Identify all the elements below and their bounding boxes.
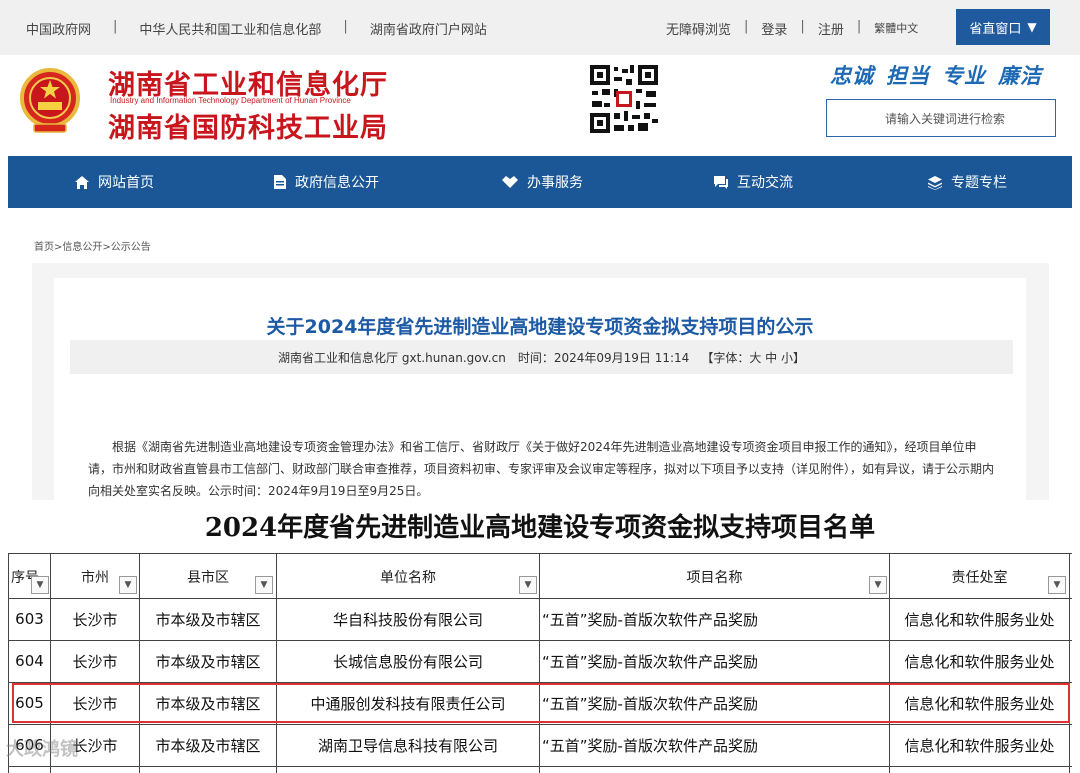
slogan: 忠诚 担当 专业 廉洁: [830, 60, 1042, 90]
top-bar: 中国政府网 | 中华人民共和国工业和信息化部 | 湖南省政府门户网站 无障碍浏览…: [0, 0, 1080, 55]
cell-project: “五首”奖励-首版次软件产品奖励: [542, 652, 758, 671]
qr-code-icon: [588, 63, 660, 135]
article-source: 湖南省工业和信息化厅 gxt.hunan.gov.cn: [278, 350, 506, 365]
link-gov-cn[interactable]: 中国政府网: [26, 19, 91, 38]
header-company: 单位名称: [380, 570, 436, 586]
org-title-line2: 湖南省国防科技工业局: [108, 113, 388, 144]
grid-line: [8, 766, 1072, 767]
search-placeholder: 请输入关键词进行检索: [884, 111, 1005, 126]
nav-label: 政府信息公开: [295, 175, 379, 191]
login-link[interactable]: 登录: [761, 19, 787, 38]
document-icon: [274, 175, 286, 189]
user-links: 无障碍浏览 | 登录 | 注册 | 繁體中文: [666, 19, 918, 38]
article-paragraph: 根据《湖南省先进制造业高地建设专项资金管理办法》和省工信厅、省财政厅《关于做好2…: [88, 440, 995, 498]
nav-label: 互动交流: [737, 175, 793, 191]
nav-services[interactable]: 办事服务: [501, 156, 583, 208]
cell-serial: 603: [15, 610, 44, 628]
cell-project: “五首”奖励-首版次软件产品奖励: [542, 610, 758, 629]
article-meta: 湖南省工业和信息化厅 gxt.hunan.gov.cn 时间：2024年09月1…: [70, 340, 1013, 374]
cell-serial: 605: [15, 694, 44, 712]
accessibility-link[interactable]: 无障碍浏览: [666, 19, 731, 38]
watermark: 大政鸿镜: [6, 739, 78, 760]
separator: |: [800, 19, 805, 34]
filter-dropdown-icon[interactable]: ▼: [119, 576, 137, 594]
cell-city: 长沙市: [72, 694, 118, 713]
portal-dropdown-button[interactable]: 省直窗口 ▼: [956, 9, 1050, 45]
cell-project: “五首”奖励-首版次软件产品奖励: [542, 694, 758, 713]
main-nav: 网站首页 政府信息公开 办事服务 互动交流 专题专栏: [8, 156, 1072, 208]
cell-city: 长沙市: [72, 652, 118, 671]
grid-line: [8, 553, 1072, 554]
cell-county: 市本级及市辖区: [155, 652, 261, 671]
cell-office: 信息化和软件服务业处: [904, 694, 1055, 713]
font-size-switch[interactable]: 【字体：大 中 小】: [701, 349, 805, 366]
separator: |: [343, 19, 348, 34]
link-hunan-gov[interactable]: 湖南省政府门户网站: [370, 19, 487, 38]
cell-company: 中通服创发科技有限责任公司: [310, 694, 506, 713]
search-input[interactable]: 请输入关键词进行检索: [826, 99, 1056, 137]
nav-special-topics[interactable]: 专题专栏: [927, 156, 1007, 208]
cell-county: 市本级及市辖区: [155, 610, 261, 629]
cell-office: 信息化和软件服务业处: [904, 736, 1055, 755]
header-project: 项目名称: [686, 570, 743, 586]
triangle-down-icon: ▼: [1027, 20, 1037, 34]
slogan-word: 忠诚: [830, 64, 874, 88]
article-time: 时间：2024年09月19日 11:14: [517, 350, 690, 365]
cell-company: 湖南卫导信息科技有限公司: [317, 736, 498, 755]
separator: |: [744, 19, 749, 34]
nav-interaction[interactable]: 互动交流: [713, 156, 793, 208]
national-emblem-icon: [20, 68, 80, 133]
filter-dropdown-icon[interactable]: ▼: [255, 576, 273, 594]
cell-county: 市本级及市辖区: [155, 694, 261, 713]
article-container: 关于2024年度省先进制造业高地建设专项资金拟支持项目的公示 湖南省工业和信息化…: [32, 263, 1049, 500]
filter-dropdown-icon[interactable]: ▼: [1048, 576, 1066, 594]
layers-icon: [928, 175, 942, 190]
article-body: 关于2024年度省先进制造业高地建设专项资金拟支持项目的公示 湖南省工业和信息化…: [54, 278, 1026, 500]
slogan-word: 担当: [886, 64, 930, 88]
cell-office: 信息化和软件服务业处: [904, 610, 1055, 629]
cell-company: 长城信息股份有限公司: [332, 652, 483, 671]
cell-county: 市本级及市辖区: [155, 736, 261, 755]
filter-dropdown-icon[interactable]: ▼: [869, 576, 887, 594]
traditional-chinese-link[interactable]: 繁體中文: [874, 19, 918, 38]
filter-dropdown-icon[interactable]: ▼: [31, 576, 49, 594]
register-link[interactable]: 注册: [818, 19, 844, 38]
separator: |: [856, 19, 862, 34]
nav-label: 网站首页: [98, 175, 154, 191]
home-icon: [75, 175, 89, 189]
filter-dropdown-icon[interactable]: ▼: [519, 576, 537, 594]
article-title: 关于2024年度省先进制造业高地建设专项资金拟支持项目的公示: [266, 316, 814, 338]
chat-icon: [714, 175, 728, 189]
cell-project: “五首”奖励-首版次软件产品奖励: [542, 736, 758, 755]
handshake-icon: [502, 176, 518, 188]
breadcrumb[interactable]: 首页>信息公开>公示公告: [34, 238, 151, 253]
cell-serial: 604: [15, 652, 44, 670]
cell-office: 信息化和软件服务业处: [904, 652, 1055, 671]
nav-home[interactable]: 网站首页: [74, 156, 154, 208]
cell-city: 长沙市: [72, 610, 118, 629]
separator: |: [113, 19, 118, 34]
org-title-english: Industry and Information Technology Depa…: [110, 96, 351, 105]
grid-line: [1069, 553, 1070, 773]
slogan-word: 廉洁: [998, 64, 1042, 88]
cell-company: 华自科技股份有限公司: [332, 610, 483, 629]
nav-gov-info[interactable]: 政府信息公开: [273, 156, 379, 208]
slogan-word: 专业: [942, 64, 986, 88]
sheet-title: 2024年度省先进制造业高地建设专项资金拟支持项目名单: [204, 513, 876, 543]
header-office: 责任处室: [951, 570, 1008, 586]
link-miit[interactable]: 中华人民共和国工业和信息化部: [139, 19, 321, 38]
portal-label: 省直窗口: [969, 21, 1022, 37]
nav-label: 专题专栏: [951, 175, 1007, 191]
nav-label: 办事服务: [527, 175, 583, 191]
external-links: 中国政府网 | 中华人民共和国工业和信息化部 | 湖南省政府门户网站: [26, 19, 487, 38]
